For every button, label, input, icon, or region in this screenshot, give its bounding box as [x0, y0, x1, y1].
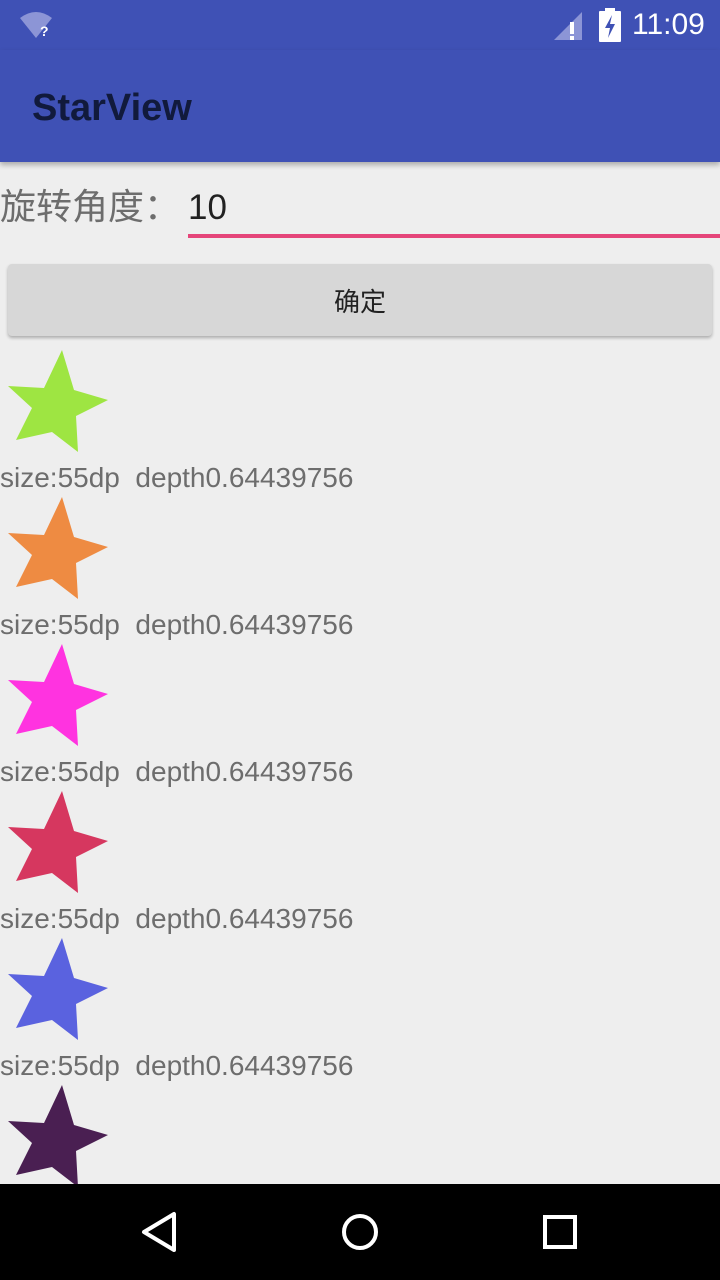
rotation-label: 旋转角度： [0, 187, 181, 228]
app-bar: StarView [0, 50, 720, 162]
star-caption: size:55dp depth0.64439756 [0, 1050, 354, 1081]
app-title: StarView [32, 87, 192, 129]
star-item: size:55dp depth0.64439756 [0, 497, 720, 644]
svg-text:?: ? [40, 23, 49, 39]
wifi-unknown-icon: ? [20, 12, 52, 39]
battery-charging-icon [599, 8, 621, 42]
star-caption: size:55dp depth0.64439756 [0, 609, 354, 640]
confirm-button[interactable]: 确定 [8, 264, 712, 336]
star-item [0, 1085, 720, 1184]
star-caption: size:55dp depth0.64439756 [0, 903, 354, 934]
status-time: 11:09 [632, 8, 705, 41]
star-item: size:55dp depth0.64439756 [0, 350, 720, 497]
main-content: 旋转角度： 确定 size:55dp depth0.64439756 size:… [0, 162, 720, 1184]
star-icon [8, 1085, 108, 1184]
star-caption: size:55dp depth0.64439756 [0, 756, 354, 787]
navigation-bar [0, 1184, 720, 1280]
status-bar: ? 11:09 [0, 0, 720, 50]
star-icon [8, 644, 108, 746]
recents-square-icon[interactable] [536, 1208, 584, 1256]
star-icon [8, 497, 108, 599]
star-icon [8, 350, 108, 452]
back-triangle-icon[interactable] [136, 1208, 184, 1256]
star-caption: size:55dp depth0.64439756 [0, 462, 354, 493]
rotation-input[interactable] [188, 182, 720, 238]
star-item: size:55dp depth0.64439756 [0, 791, 720, 938]
star-icon [8, 938, 108, 1040]
home-circle-icon[interactable] [336, 1208, 384, 1256]
star-icon [8, 791, 108, 893]
star-item: size:55dp depth0.64439756 [0, 938, 720, 1085]
signal-no-service-icon [554, 12, 582, 40]
star-item: size:55dp depth0.64439756 [0, 644, 720, 791]
